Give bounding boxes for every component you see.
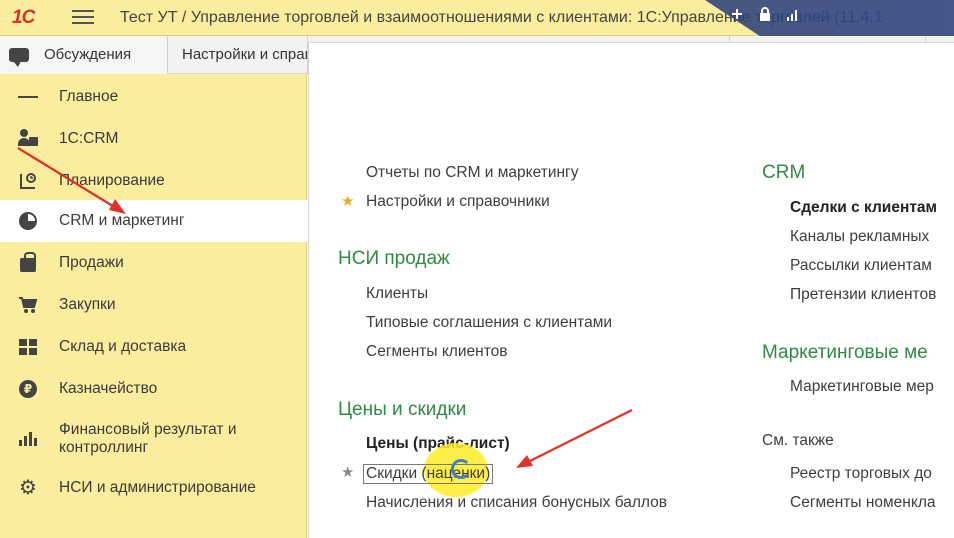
sidebar-item-planning[interactable]: Планирование <box>0 160 307 202</box>
signal-icon[interactable] <box>786 6 800 22</box>
pie-chart-icon <box>18 211 38 231</box>
link-bonus-points[interactable]: Начисления и списания бонусных баллов <box>366 494 667 512</box>
chat-icon <box>9 48 29 67</box>
gear-icon: ⚙ <box>19 477 37 499</box>
sidebar-item-label: НСИ и администрирование <box>59 479 256 496</box>
loading-cursor-icon <box>451 459 471 479</box>
link-client-deals[interactable]: Сделки с клиентам <box>790 199 937 217</box>
label-line-2: контроллинг <box>59 439 149 456</box>
link-clients[interactable]: Клиенты <box>366 285 428 303</box>
cart-icon <box>18 295 38 315</box>
sidebar-item-label: CRM и маркетинг <box>59 212 185 229</box>
tab-label: Настройки и справочники <box>182 46 307 63</box>
sidebar-item-label: Закупки <box>59 296 116 313</box>
sidebar-item-nsi-admin[interactable]: ⚙ НСИ и администрирование <box>0 467 307 509</box>
title-bar: 1С Тест УТ / Управление торговлей и взаи… <box>0 0 954 36</box>
sidebar-item-warehouse[interactable]: Склад и доставка <box>0 326 307 368</box>
heading-nsi-sales: НСИ продаж <box>338 248 450 269</box>
link-typical-agreements[interactable]: Типовые соглашения с клиентами <box>366 314 612 332</box>
sidebar-item-financial-result[interactable]: Финансовый результат и контроллинг <box>0 416 307 462</box>
link-discounts[interactable]: Скидки (наценки) <box>363 464 494 484</box>
link-trade-docs-register[interactable]: Реестр торговых до <box>790 465 932 483</box>
sidebar-item-label: Продажи <box>59 254 124 271</box>
app-logo[interactable]: 1С <box>12 7 35 29</box>
sidebar-item-main[interactable]: Главное <box>0 76 307 118</box>
tab-discussions[interactable]: Обсуждения <box>0 36 168 74</box>
hamburger-menu-icon[interactable] <box>72 10 94 26</box>
heading-marketing: Маркетинговые ме <box>762 342 928 363</box>
link-client-segments[interactable]: Сегменты клиентов <box>366 343 507 361</box>
heading-prices-discounts: Цены и скидки <box>338 399 467 420</box>
link-marketing-events[interactable]: Маркетинговые мер <box>790 378 934 396</box>
crm-user-icon <box>18 129 38 149</box>
sidebar-item-crm[interactable]: 1С:CRM <box>0 118 307 160</box>
heading-crm: CRM <box>762 162 806 183</box>
sidebar-item-label: Казначейство <box>59 380 158 397</box>
sidebar-item-purchases[interactable]: Закупки <box>0 284 307 326</box>
pin-icon[interactable] <box>730 6 744 22</box>
sidebar-item-treasury[interactable]: ₽ Казначейство <box>0 368 307 410</box>
link-nomenclature-segments[interactable]: Сегменты номенкла <box>790 494 936 512</box>
favorite-star-icon[interactable]: ★ <box>341 193 354 211</box>
link-client-mailings[interactable]: Рассылки клиентам <box>790 257 932 275</box>
titlebar-icons <box>730 6 800 22</box>
link-crm-reports[interactable]: Отчеты по CRM и маркетингу <box>366 164 578 182</box>
link-settings-catalogs[interactable]: Настройки и справочники <box>366 193 550 211</box>
label-line-1: Финансовый результат и <box>59 421 237 438</box>
favorite-star-icon[interactable]: ★ <box>341 464 354 482</box>
tab-settings[interactable]: Настройки и справочники <box>168 36 308 74</box>
menu-icon <box>18 87 38 107</box>
tab-label: Обсуждения <box>44 46 132 63</box>
sidebar-item-label: Планирование <box>59 172 165 189</box>
coin-icon: ₽ <box>18 379 38 399</box>
sections-sidebar: Главное 1С:CRM Планирование CRM и маркет… <box>0 74 307 538</box>
warehouse-icon <box>18 337 38 357</box>
planning-icon <box>18 171 38 191</box>
sidebar-item-label: Финансовый результат и контроллинг <box>59 421 237 457</box>
sidebar-item-label: Главное <box>59 88 119 105</box>
sidebar-item-label: 1С:CRM <box>59 130 119 147</box>
see-also-label: См. также <box>762 432 834 449</box>
link-ad-channels[interactable]: Каналы рекламных <box>790 228 929 246</box>
lock-icon[interactable] <box>758 6 772 22</box>
sidebar-item-label: Склад и доставка <box>59 338 187 355</box>
link-client-claims[interactable]: Претензии клиентов <box>790 286 936 304</box>
sidebar-item-crm-marketing[interactable]: CRM и маркетинг <box>0 200 307 242</box>
sidebar-item-sales[interactable]: Продажи <box>0 242 307 284</box>
bag-icon <box>18 252 38 273</box>
bar-chart-icon <box>18 429 38 449</box>
